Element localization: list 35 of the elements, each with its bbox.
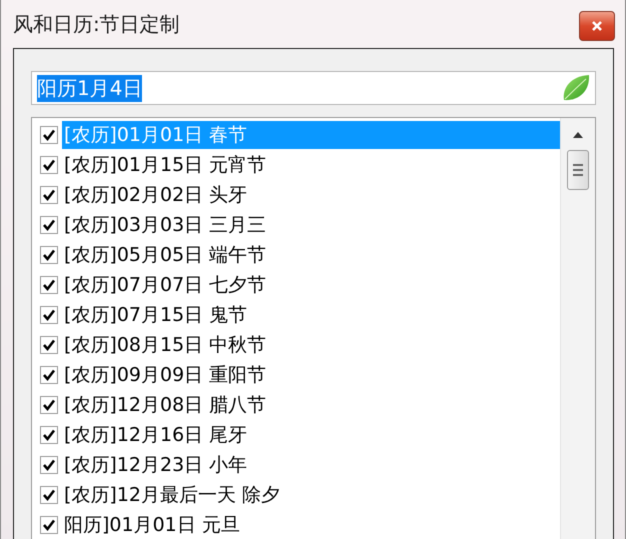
checkbox[interactable] [40,516,58,534]
checkbox[interactable] [40,186,58,204]
checkbox[interactable] [40,396,58,414]
checkbox[interactable] [40,456,58,474]
list-item[interactable]: [农历]07月15日 鬼节 [62,301,250,329]
checkbox[interactable] [40,246,58,264]
list-item[interactable]: [农历]02月02日 头牙 [62,181,250,209]
list-item[interactable]: [农历]12月最后一天 除夕 [62,481,282,509]
checkbox[interactable] [40,156,58,174]
close-button[interactable] [579,11,615,41]
leaf-icon [561,73,591,103]
checkbox[interactable] [40,276,58,294]
list-item[interactable]: [农历]12月23日 小年 [62,451,250,479]
list-item[interactable]: [农历]12月16日 尾牙 [62,421,250,449]
scroll-up-icon[interactable] [573,132,583,138]
input-field[interactable]: 阳历1月4日 [31,71,596,105]
checkbox[interactable] [40,486,58,504]
list-item[interactable]: [农历]09月09日 重阳节 [62,361,268,389]
scrollbar-thumb[interactable] [567,150,589,190]
window-title: 风和日历:节日定制 [13,10,180,38]
list-item[interactable]: [农历]01月15日 元宵节 [62,151,268,179]
list-item[interactable]: [农历]08月15日 中秋节 [62,331,268,359]
checkbox[interactable] [40,336,58,354]
checkbox[interactable] [40,366,58,384]
checkbox[interactable] [40,216,58,234]
list-item[interactable]: [农历]03月03日 三月三 [62,211,268,239]
list-item[interactable]: [农历]07月07日 七夕节 [62,271,268,299]
list-item[interactable]: [农历]12月08日 腊八节 [62,391,268,419]
list-item[interactable]: [农历]05月05日 端午节 [62,241,268,269]
close-icon [591,20,603,32]
checkbox[interactable] [40,306,58,324]
scrollbar[interactable] [560,118,595,539]
checkbox[interactable] [40,426,58,444]
checkbox[interactable] [40,126,58,144]
list-item[interactable]: 阳历]01月01日 元旦 [62,511,242,539]
